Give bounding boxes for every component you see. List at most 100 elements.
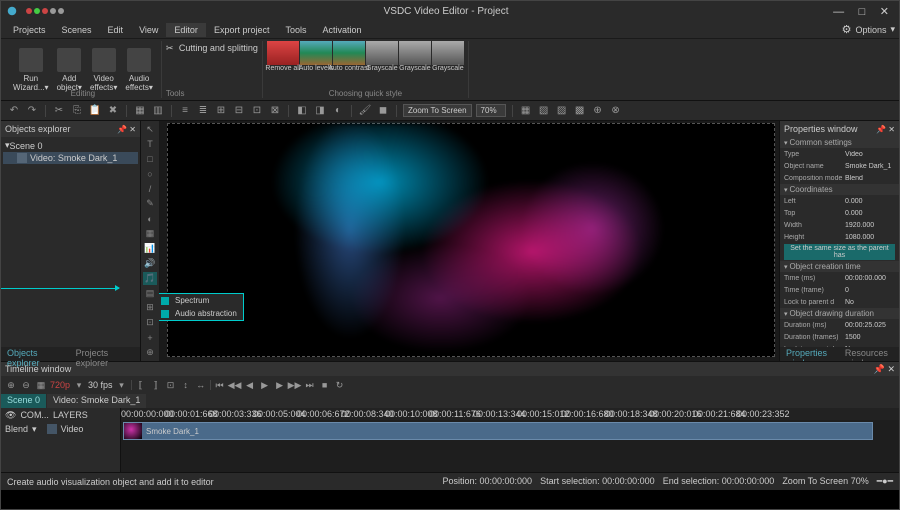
visibility-icon[interactable]: 👁: [5, 410, 16, 421]
zoom-slider[interactable]: ━●━: [877, 476, 893, 487]
resolution-combo[interactable]: 720p: [50, 380, 70, 390]
tool-icon[interactable]: ▦: [133, 104, 147, 118]
color-icon[interactable]: ◼: [376, 104, 390, 118]
menu-editor[interactable]: Editor: [166, 23, 206, 37]
align-icon[interactable]: ≡: [178, 104, 192, 118]
ribbon-add[interactable]: Addobject▾: [53, 46, 86, 94]
timeline-tab-scene[interactable]: Scene 0: [1, 394, 46, 408]
grid-icon[interactable]: ▨: [555, 104, 569, 118]
loop-icon[interactable]: ↻: [334, 379, 346, 391]
timeline-ruler[interactable]: 00:00:00:00000:00:01:66800:00:03:33600:0…: [121, 408, 899, 420]
align-icon[interactable]: ≣: [196, 104, 210, 118]
prop-section-header[interactable]: Common settings: [780, 137, 899, 148]
tab-objects-explorer[interactable]: Objects explorer: [1, 347, 70, 361]
cut-icon[interactable]: ✂: [52, 104, 66, 118]
align-icon[interactable]: ⊡: [250, 104, 264, 118]
undo-icon[interactable]: ↶: [7, 104, 21, 118]
menu-edit[interactable]: Edit: [100, 23, 132, 37]
scene-node[interactable]: ▾ Scene 0: [3, 139, 138, 152]
tab-projects-explorer[interactable]: Projects explorer: [70, 347, 140, 361]
style-grayscale[interactable]: Grayscale: [366, 41, 398, 73]
prev-icon[interactable]: ◀◀: [229, 379, 241, 391]
redo-icon[interactable]: ↷: [25, 104, 39, 118]
prop-section-header[interactable]: Object drawing duration: [780, 308, 899, 319]
pin-icon[interactable]: 📌 ✕: [876, 125, 895, 134]
prop-value[interactable]: No: [845, 299, 895, 306]
prop-value[interactable]: Blend: [845, 175, 895, 182]
quick-access[interactable]: [25, 6, 65, 16]
tl-tool-icon[interactable]: ▦: [35, 379, 47, 391]
tl-icon[interactable]: ⟧: [150, 379, 162, 391]
vtool-icon[interactable]: ✎: [143, 197, 157, 210]
stop-icon[interactable]: ■: [319, 379, 331, 391]
copy-icon[interactable]: ⎘: [70, 104, 84, 118]
tl-icon[interactable]: ↔: [195, 379, 207, 391]
style-auto-levels[interactable]: Auto levels: [300, 41, 332, 73]
prop-value[interactable]: 0: [845, 287, 895, 294]
skip-start-icon[interactable]: ⏮: [214, 379, 226, 391]
prop-value[interactable]: 0.000: [845, 210, 895, 217]
snap-icon[interactable]: ⊗: [609, 104, 623, 118]
skip-end-icon[interactable]: ⏭: [304, 379, 316, 391]
brush-icon[interactable]: 🖌: [358, 104, 372, 118]
menu-scenes[interactable]: Scenes: [54, 23, 100, 37]
prop-value[interactable]: 1080.000: [845, 234, 895, 241]
timeline-clip[interactable]: Smoke Dark_1: [123, 422, 873, 440]
vtool-icon[interactable]: ◐: [143, 212, 157, 225]
vtool-icon[interactable]: ↖: [143, 123, 157, 136]
zoom-value-combo[interactable]: 70%: [476, 104, 506, 117]
step-fwd-icon[interactable]: ▶: [274, 379, 286, 391]
vtool-icon[interactable]: ⊞: [143, 302, 157, 315]
style-auto-contrast[interactable]: Auto contrast: [333, 41, 365, 73]
vtool-icon[interactable]: /: [143, 183, 157, 196]
play-icon[interactable]: ▶: [259, 379, 271, 391]
menu-projects[interactable]: Projects: [5, 23, 54, 37]
tl-icon[interactable]: ⊡: [165, 379, 177, 391]
vtool-icon[interactable]: □: [143, 153, 157, 166]
tab-resources[interactable]: Resources window: [839, 347, 899, 361]
vtool-icon[interactable]: 🔊: [143, 257, 157, 270]
paste-icon[interactable]: 📋: [88, 104, 102, 118]
preview-viewport[interactable]: [167, 123, 775, 357]
menu-export-project[interactable]: Export project: [206, 23, 278, 37]
prop-section-header[interactable]: Coordinates: [780, 184, 899, 195]
tl-tool-icon[interactable]: ⊖: [20, 379, 32, 391]
menu-spectrum[interactable]: Spectrum: [159, 294, 243, 307]
fps-combo[interactable]: 30 fps: [88, 380, 113, 390]
style-grayscale[interactable]: Grayscale: [432, 41, 464, 73]
blend-combo[interactable]: Blend: [5, 424, 28, 434]
prop-section-header[interactable]: Object creation time: [780, 261, 899, 272]
step-back-icon[interactable]: ◀: [244, 379, 256, 391]
align-icon[interactable]: ⊟: [232, 104, 246, 118]
cutting-button[interactable]: ✂Cutting and splitting: [166, 41, 258, 55]
layers-label[interactable]: LAYERS: [53, 410, 88, 420]
next-icon[interactable]: ▶▶: [289, 379, 301, 391]
comp-label[interactable]: COM...: [20, 410, 49, 420]
align-icon[interactable]: ⊠: [268, 104, 282, 118]
vtool-icon[interactable]: ▤: [143, 287, 157, 300]
menu-tools[interactable]: Tools: [277, 23, 314, 37]
track-video-icon[interactable]: [47, 424, 57, 434]
menu-view[interactable]: View: [131, 23, 166, 37]
ribbon-audio[interactable]: Audioeffects▾: [121, 46, 156, 94]
video-node[interactable]: Video: Smoke Dark_1: [3, 152, 138, 164]
grid-icon[interactable]: ▦: [519, 104, 533, 118]
grid-icon[interactable]: ▧: [537, 104, 551, 118]
shape-icon[interactable]: ◧: [295, 104, 309, 118]
tool-icon[interactable]: ▥: [151, 104, 165, 118]
tab-properties[interactable]: Properties window: [780, 347, 839, 361]
zoom-mode-combo[interactable]: Zoom To Screen: [403, 104, 472, 117]
prop-action-button[interactable]: Set the same size as the parent has: [784, 244, 895, 260]
tl-tool-icon[interactable]: ⊕: [5, 379, 17, 391]
prop-value[interactable]: Smoke Dark_1: [845, 163, 895, 170]
style-remove-all[interactable]: Remove all: [267, 41, 299, 73]
tl-icon[interactable]: ⟦: [135, 379, 147, 391]
pin-icon[interactable]: 📌 ✕: [117, 125, 136, 134]
snap-icon[interactable]: ⊕: [591, 104, 605, 118]
grid-icon[interactable]: ▩: [573, 104, 587, 118]
ribbon-video[interactable]: Videoeffects▾: [86, 46, 121, 94]
delete-icon[interactable]: ✖: [106, 104, 120, 118]
vtool-icon[interactable]: ⊕: [143, 346, 157, 359]
shape-icon[interactable]: ◨: [313, 104, 327, 118]
vtool-icon[interactable]: ○: [143, 168, 157, 181]
